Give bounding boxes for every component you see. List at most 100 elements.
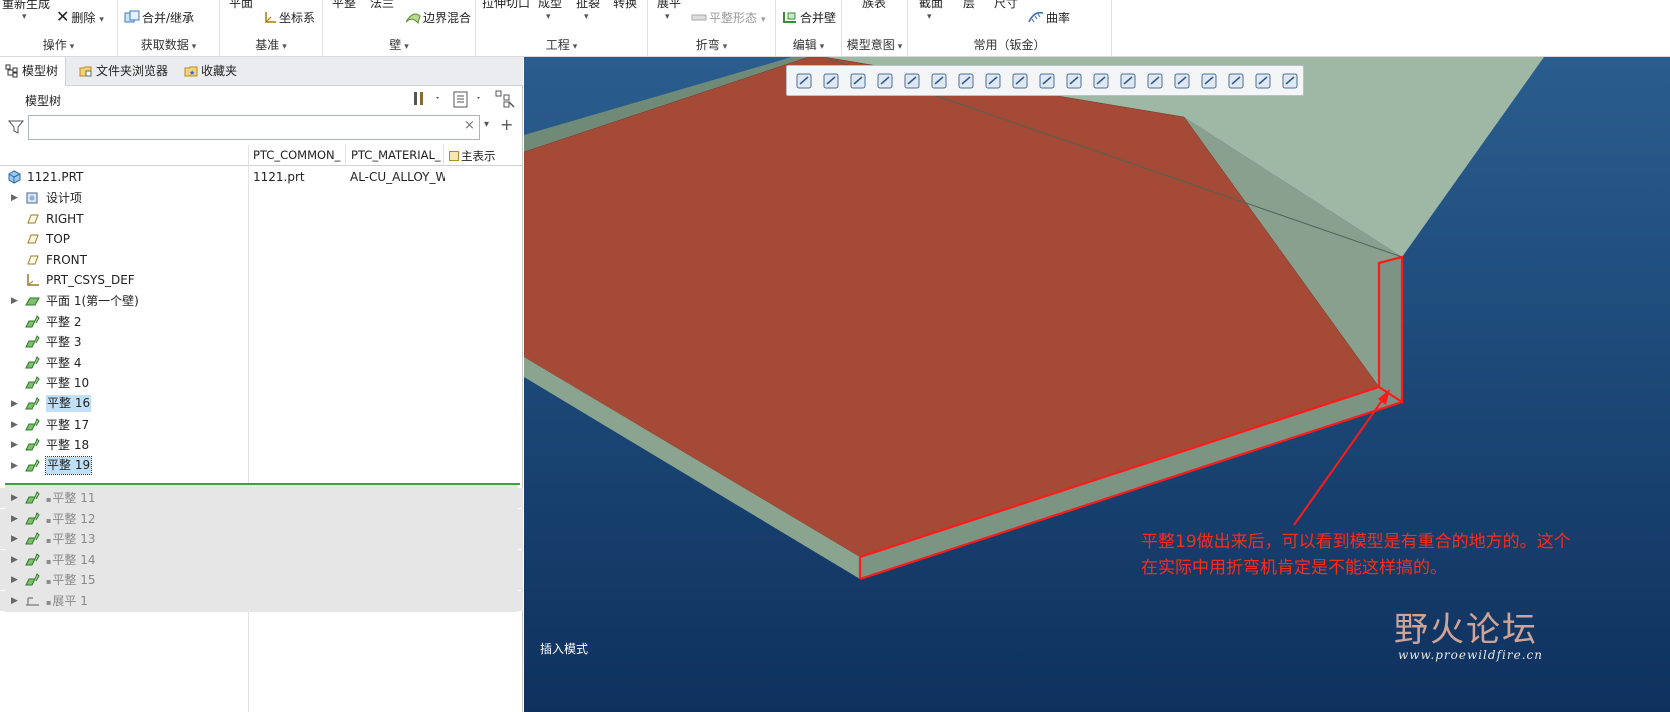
suppressed-tree-item[interactable]: ▶ 平整 13 [0,529,523,550]
group-label-editing[interactable]: 编辑 [776,36,841,53]
curvature-button[interactable]: 曲率 [1028,10,1070,25]
axis-display-icon[interactable] [1065,72,1083,90]
tree-item[interactable]: TOP [0,229,523,249]
unbend-dropdown-icon[interactable]: ▾ [665,12,670,22]
expand-icon[interactable]: ▶ [11,415,18,435]
tree-search-input[interactable] [28,115,480,140]
regenerate-dropdown-icon[interactable]: ▾ [22,12,27,22]
section-dropdown-icon[interactable]: ▾ [927,12,932,22]
tree-item[interactable]: ▶ 平整 19 [0,455,523,476]
group-label-engineering[interactable]: 工程 [476,36,647,53]
suppressed-tree-item[interactable]: ▶ 平整 11 [0,488,523,508]
expand-icon[interactable]: ▶ [11,509,18,529]
annotation-display-icon[interactable] [1173,72,1191,90]
delete-button[interactable]: ✕ 删除 ▾ [56,9,104,27]
add-filter-icon[interactable]: + [500,115,513,134]
tree-filter-settings-icon[interactable] [494,89,516,109]
boundary-blend-button[interactable]: 边界混合 [405,10,471,25]
simulation-display-icon[interactable] [1281,72,1299,90]
regenerate-button[interactable]: 重新生成 [2,0,50,11]
expand-icon[interactable]: ▶ [11,550,18,570]
tab-model-tree[interactable]: 模型树 [0,57,66,86]
tree-item[interactable]: 平整 2 [0,312,523,332]
expand-icon[interactable]: ▶ [11,529,18,549]
tree-item[interactable]: ▶ 平整 16 [0,394,523,414]
expand-icon[interactable]: ▶ [11,591,18,611]
refit-icon[interactable] [795,72,813,90]
merge-inherit-button[interactable]: 合并/继承 [124,10,194,25]
expand-icon[interactable]: ▶ [11,488,18,508]
csys-display-icon[interactable] [1119,72,1137,90]
filter-icon[interactable] [8,119,24,135]
unbend-button[interactable]: 展平 [657,0,681,10]
tree-item[interactable]: ▶ 设计项 [0,188,523,208]
tree-item[interactable]: ▶ 平面 1(第一个壁) [0,291,523,311]
convert-button[interactable]: 转换 [613,0,637,10]
group-label-operations[interactable]: 操作 [0,36,117,53]
merge-wall-button[interactable]: 合并壁 [782,10,836,25]
dimension-button[interactable]: 尺寸 [994,0,1018,10]
column-header-master-rep[interactable]: 主表示 [449,148,496,164]
flat-wall-button[interactable]: 平整 [332,0,356,10]
flange-button[interactable]: 法兰 [370,0,394,10]
zoom-out-icon[interactable] [849,72,867,90]
point-display-icon[interactable] [1092,72,1110,90]
zoom-in-icon[interactable] [822,72,840,90]
layer-button[interactable]: 层 [963,0,975,10]
filter-dropdown-icon[interactable]: ▾ [484,119,489,130]
rip-button[interactable]: 扯裂 [576,0,600,10]
datum-plane-button[interactable]: 平面 [229,0,253,10]
tree-item[interactable]: ▶ 平整 18 [0,435,523,455]
suppressed-tree-item[interactable]: ▶ 平整 15 [0,570,523,591]
suppressed-tree-item[interactable]: ▶ 平整 14 [0,549,523,570]
expand-icon[interactable]: ▶ [11,394,18,414]
expand-icon[interactable]: ▶ [11,456,18,476]
graphics-viewport[interactable]: 插入模式 平整19做出来后，可以看到模型是有重合的地方的。这个在实际中用折弯机肯… [524,57,1670,712]
datum-display-filter-icon[interactable] [1011,72,1029,90]
family-table-button[interactable]: 族表 [862,0,886,10]
section-view-icon[interactable] [1200,72,1218,90]
form-button[interactable]: 成型 [538,0,562,10]
suppressed-tree-item[interactable]: ▶ 展平 1 [0,591,523,611]
tab-folder-browser[interactable]: 文件夹浏览器 [74,57,174,86]
appearance-icon[interactable] [1254,72,1272,90]
coord-sys-button[interactable]: 坐标系 [263,10,315,25]
extrude-cut-button[interactable]: 拉伸切口 [482,0,530,10]
group-label-model-intent[interactable]: 模型意图 [842,36,907,53]
flange-lip[interactable] [1379,257,1402,402]
tree-root-item[interactable]: 1121.PRT 1121.prt AL-CU_ALLOY_WR [0,167,523,187]
form-dropdown-icon[interactable]: ▾ [546,12,551,22]
tree-item[interactable]: ▶ 平整 17 [0,415,523,435]
rip-dropdown-icon[interactable]: ▾ [584,12,589,22]
perspective-icon[interactable] [984,72,1002,90]
tree-item[interactable]: PRT_CSYS_DEF [0,270,523,290]
column-header-ptc-material[interactable]: PTC_MATERIAL_ [351,148,441,162]
spin-center-icon[interactable] [1146,72,1164,90]
tree-item[interactable]: 平整 4 [0,353,523,373]
expand-icon[interactable]: ▶ [11,188,18,208]
group-label-bends[interactable]: 折弯 [648,36,775,53]
plane-display-icon[interactable] [1038,72,1056,90]
group-label-datum[interactable]: 基准 [220,36,322,53]
suppressed-tree-item[interactable]: ▶ 平整 12 [0,508,523,529]
flat-state-button[interactable]: 平整形态 ▾ [691,10,766,27]
tree-item[interactable]: 平整 10 [0,373,523,393]
section-button[interactable]: 截面 [919,0,943,10]
column-header-ptc-common[interactable]: PTC_COMMON_ [253,148,345,162]
show-options-icon[interactable] [452,89,486,109]
display-style-icon[interactable] [903,72,921,90]
tab-favorites[interactable]: ★ 收藏夹 [179,57,249,86]
tree-item[interactable]: RIGHT [0,209,523,229]
tree-item[interactable]: FRONT [0,250,523,270]
group-label-get-data[interactable]: 获取数据 [118,36,219,53]
expand-icon[interactable]: ▶ [11,570,18,590]
insert-here-marker[interactable] [5,483,520,485]
expand-icon[interactable]: ▶ [11,291,18,311]
repaint-icon[interactable] [876,72,894,90]
model-display-icon[interactable] [1227,72,1245,90]
view-manager-icon[interactable] [957,72,975,90]
group-label-walls[interactable]: 壁 [323,36,475,53]
clear-filter-icon[interactable]: × [464,118,475,133]
expand-icon[interactable]: ▶ [11,435,18,455]
tree-item[interactable]: 平整 3 [0,332,523,352]
